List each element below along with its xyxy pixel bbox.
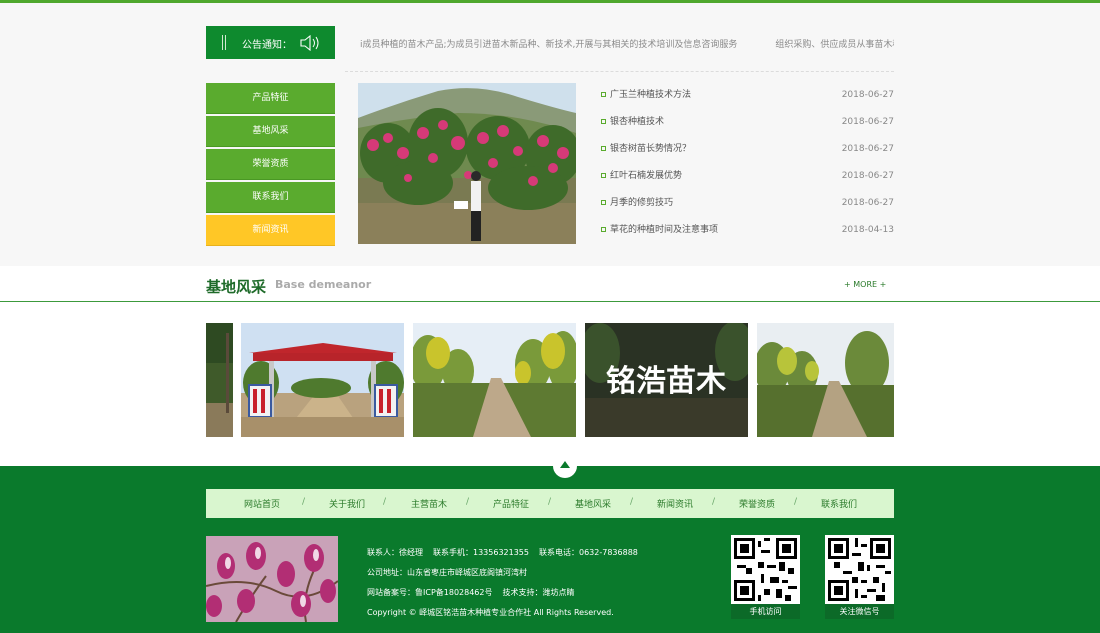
notice-item[interactable]: 组织采购、供应成员从事苗木种植所需i [775, 40, 894, 50]
qr-caption: 手机访问 [731, 604, 800, 619]
feature-photo-crape-myrtle[interactable] [358, 83, 576, 244]
qr-code-icon [731, 535, 800, 604]
contact-mobile: 联系手机：13356321355 [433, 548, 529, 557]
footer-nav-honors[interactable]: 荣誉资质 [739, 497, 775, 510]
footer-nav-separator: / [548, 497, 552, 507]
notice-divider-icon [222, 35, 226, 50]
bullet-icon [601, 92, 606, 97]
tech-support[interactable]: 技术支持：潍坊点睛 [503, 588, 575, 597]
news-title[interactable]: 草花的种植时间及注意事项 [610, 218, 718, 242]
side-nav-item-contact[interactable]: 联系我们 [206, 182, 335, 213]
footer-photo-magnolia [206, 536, 338, 622]
footer-nav-separator: / [794, 497, 798, 507]
contact-phone: 联系电话：0632-7836888 [539, 548, 638, 557]
gallery-photo-road-2[interactable] [757, 323, 894, 437]
news-date: 2018-06-27 [841, 171, 894, 181]
news-item[interactable]: 红叶石楠发展优势 2018-06-27 [600, 164, 894, 191]
news-date: 2018-06-27 [841, 90, 894, 100]
more-link[interactable]: + MORE + [844, 280, 886, 289]
contact-person: 联系人：徐经理 [367, 548, 423, 557]
copyright: Copyright © 峄城区铭浩苗木种植专业合作社 All Rights Re… [367, 608, 614, 617]
side-nav-item-news[interactable]: 新闻资讯 [206, 215, 335, 246]
footer-nav-separator: / [712, 497, 716, 507]
qr-wechat[interactable]: 关注微信号 [825, 535, 894, 619]
footer: 网站首页 / 关于我们 / 主营苗木 / 产品特征 / 基地风采 / 新闻资讯 … [0, 454, 1100, 633]
gallery-photo-road[interactable] [413, 323, 576, 437]
side-nav-item-honors[interactable]: 荣誉资质 [206, 149, 335, 180]
news-list: 广玉兰种植技术方法 2018-06-27 银杏种植技术 2018-06-27 银杏树… [600, 83, 894, 245]
footer-nav-home[interactable]: 网站首页 [244, 497, 280, 510]
footer-nav-separator: / [466, 497, 470, 507]
news-date: 2018-06-27 [841, 198, 894, 208]
footer-nav-separator: / [630, 497, 634, 507]
section-title: 基地风采 [206, 278, 267, 296]
divider [345, 71, 894, 72]
back-to-top-button[interactable] [553, 454, 577, 478]
gallery-photo-partial[interactable] [206, 323, 233, 437]
news-date: 2018-06-27 [841, 117, 894, 127]
gallery-photo-brand-banner[interactable]: 铭浩苗木 [585, 323, 748, 437]
contact-address: 公司地址：山东省枣庄市峄城区底阁镇河湾村 [367, 568, 527, 577]
base-gallery: 铭浩苗木 [206, 323, 894, 437]
news-title[interactable]: 月季的修剪技巧 [610, 191, 673, 215]
notice-item[interactable]: i成员种植的苗木产品;为成员引进苗木新品种、新技术,开展与其相关的技术培训及信息… [360, 40, 737, 50]
bullet-icon [601, 227, 606, 232]
qr-mobile[interactable]: 手机访问 [731, 535, 800, 619]
qr-caption: 关注微信号 [825, 604, 894, 619]
notice-ticker[interactable]: i成员种植的苗木产品;为成员引进苗木新品种、新技术,开展与其相关的技术培训及信息… [360, 37, 894, 51]
news-item[interactable]: 草花的种植时间及注意事项 2018-04-13 [600, 218, 894, 245]
news-item[interactable]: 月季的修剪技巧 2018-06-27 [600, 191, 894, 218]
news-date: 2018-06-27 [841, 144, 894, 154]
news-title[interactable]: 银杏树苗长势情况？ [610, 137, 691, 161]
speaker-icon [300, 35, 319, 51]
section-divider [0, 301, 1100, 302]
news-title[interactable]: 银杏种植技术 [610, 110, 664, 134]
icp-record[interactable]: 网站备案号：鲁ICP备18028462号 [367, 588, 493, 597]
bullet-icon [601, 119, 606, 124]
bullet-icon [601, 146, 606, 151]
news-title[interactable]: 红叶石楠发展优势 [610, 164, 682, 188]
news-item[interactable]: 银杏树苗长势情况？ 2018-06-27 [600, 137, 894, 164]
brand-banner-text: 铭浩苗木 [606, 364, 726, 399]
footer-nav-about[interactable]: 关于我们 [329, 497, 365, 510]
bullet-icon [601, 173, 606, 178]
side-nav: 产品特征 基地风采 荣誉资质 联系我们 新闻资讯 [206, 83, 335, 248]
section-subtitle: Base demeanor [275, 278, 372, 291]
footer-nav-main-seedlings[interactable]: 主营苗木 [411, 497, 447, 510]
bullet-icon [601, 200, 606, 205]
footer-nav-products[interactable]: 产品特征 [493, 497, 529, 510]
footer-nav-base[interactable]: 基地风采 [575, 497, 611, 510]
footer-nav-news[interactable]: 新闻资讯 [657, 497, 693, 510]
notice-label-box: 公告通知： [206, 26, 335, 59]
footer-nav-separator: / [302, 497, 306, 507]
side-nav-item-products[interactable]: 产品特征 [206, 83, 335, 114]
footer-nav: 网站首页 / 关于我们 / 主营苗木 / 产品特征 / 基地风采 / 新闻资讯 … [206, 489, 894, 518]
footer-nav-separator: / [383, 497, 387, 507]
base-section: 基地风采 Base demeanor + MORE + 铭浩苗木 [0, 266, 1100, 466]
notice-label: 公告通知： [242, 40, 292, 51]
news-item[interactable]: 银杏种植技术 2018-06-27 [600, 110, 894, 137]
news-date: 2018-04-13 [841, 225, 894, 235]
news-title[interactable]: 广玉兰种植技术方法 [610, 83, 691, 107]
footer-nav-contact[interactable]: 联系我们 [821, 497, 857, 510]
qr-code-icon [825, 535, 894, 604]
news-item[interactable]: 广玉兰种植技术方法 2018-06-27 [600, 83, 894, 110]
side-nav-item-base[interactable]: 基地风采 [206, 116, 335, 147]
footer-contact-info: 联系人：徐经理 联系手机：13356321355 联系电话：0632-7836888… [367, 543, 648, 623]
gallery-photo-gate[interactable] [241, 323, 404, 437]
